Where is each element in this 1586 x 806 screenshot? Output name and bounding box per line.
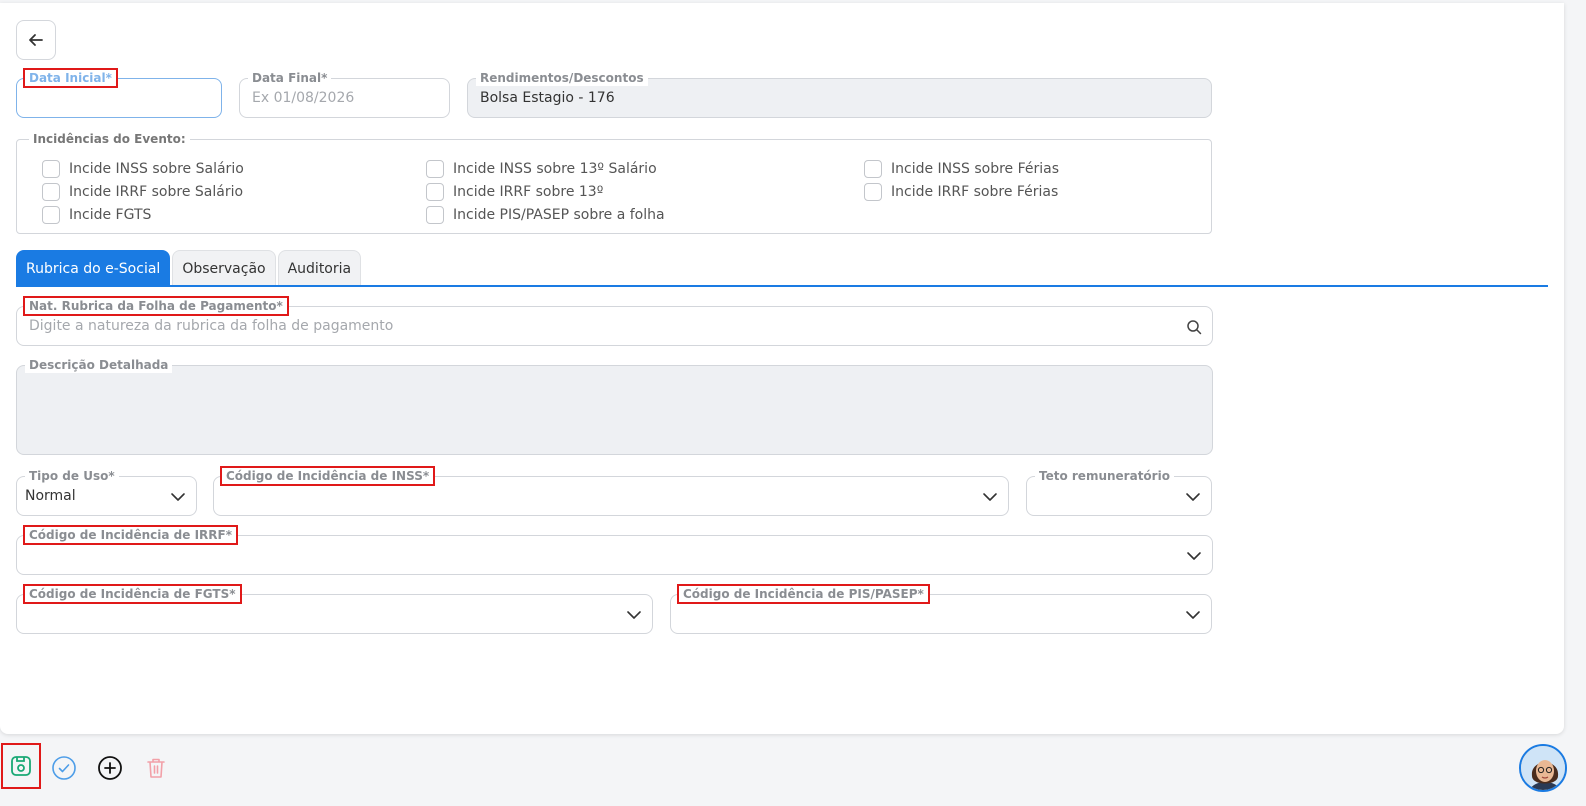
checkbox-inss-salario[interactable]: Incide INSS sobre Salário	[42, 160, 244, 178]
checkbox-inss-13-salario[interactable]: Incide INSS sobre 13º Salário	[426, 160, 657, 178]
descricao-detalhada-field: Descrição Detalhada	[16, 357, 1213, 455]
form-card: Data Inicial* Data Final* Ex 01/08/2026 …	[0, 3, 1564, 734]
chevron-down-icon	[627, 611, 641, 619]
data-final-field[interactable]: Data Final* Ex 01/08/2026	[239, 70, 450, 118]
checkbox-label: Incide IRRF sobre Férias	[891, 184, 1059, 200]
codigo-pis-label: Código de Incidência de PIS/PASEP*	[677, 584, 930, 604]
codigo-pis-pasep-select[interactable]: Código de Incidência de PIS/PASEP*	[670, 584, 1212, 634]
save-icon	[11, 756, 31, 776]
checkbox-box[interactable]	[426, 183, 444, 201]
tab-bar: Rubrica do e-Social Observação Auditoria	[16, 250, 362, 286]
tipo-uso-label: Tipo de Uso*	[25, 468, 119, 484]
codigo-fgts-select[interactable]: Código de Incidência de FGTS*	[16, 584, 653, 634]
checkbox-box[interactable]	[426, 206, 444, 224]
data-final-label: Data Final*	[248, 70, 332, 86]
checkbox-box[interactable]	[42, 160, 60, 178]
chevron-down-icon	[1186, 611, 1200, 619]
chevron-down-icon	[983, 493, 997, 501]
trash-icon	[147, 758, 165, 778]
checkbox-label: Incide FGTS	[69, 207, 152, 223]
data-inicial-label: Data Inicial*	[23, 68, 118, 88]
checkbox-pis-pasep[interactable]: Incide PIS/PASEP sobre a folha	[426, 206, 665, 224]
back-button[interactable]	[16, 20, 56, 60]
confirm-button[interactable]	[50, 754, 78, 782]
check-circle-icon	[52, 756, 76, 780]
natureza-placeholder: Digite a natureza da rubrica da folha de…	[29, 318, 394, 334]
checkbox-box[interactable]	[864, 160, 882, 178]
checkbox-box[interactable]	[42, 183, 60, 201]
tipo-uso-value: Normal	[25, 488, 76, 504]
checkbox-irrf-salario[interactable]: Incide IRRF sobre Salário	[42, 183, 243, 201]
data-final-placeholder: Ex 01/08/2026	[252, 90, 355, 106]
checkbox-box[interactable]	[864, 183, 882, 201]
codigo-irrf-select[interactable]: Código de Incidência de IRRF*	[16, 525, 1213, 575]
checkbox-irrf-13[interactable]: Incide IRRF sobre 13º	[426, 183, 603, 201]
tipo-uso-select[interactable]: Tipo de Uso* Normal	[16, 468, 197, 516]
chevron-down-icon	[1186, 493, 1200, 501]
incidencias-title: Incidências do Evento:	[29, 131, 190, 147]
chevron-down-icon	[171, 493, 185, 501]
checkbox-label: Incide IRRF sobre 13º	[453, 184, 604, 200]
checkbox-inss-ferias[interactable]: Incide INSS sobre Férias	[864, 160, 1059, 178]
checkbox-label: Incide INSS sobre Salário	[69, 161, 244, 177]
codigo-inss-select[interactable]: Código de Incidência de INSS*	[213, 466, 1009, 516]
data-inicial-field[interactable]: Data Inicial*	[16, 68, 222, 118]
checkbox-box[interactable]	[426, 160, 444, 178]
rendimentos-value: Bolsa Estagio - 176	[480, 90, 615, 106]
add-button[interactable]	[96, 754, 124, 782]
codigo-fgts-label: Código de Incidência de FGTS*	[23, 584, 242, 604]
codigo-inss-label: Código de Incidência de INSS*	[219, 466, 436, 486]
incidencias-fieldset: Incidências do Evento: Incide INSS sobre…	[16, 131, 1212, 234]
tab-auditoria[interactable]: Auditoria	[277, 250, 362, 286]
checkbox-box[interactable]	[42, 206, 60, 224]
rendimentos-field: Rendimentos/Descontos Bolsa Estagio - 17…	[467, 70, 1212, 118]
checkbox-label: Incide INSS sobre 13º Salário	[453, 161, 657, 177]
chevron-down-icon	[1187, 552, 1201, 560]
plus-circle-icon	[98, 756, 122, 780]
rendimentos-label: Rendimentos/Descontos	[476, 70, 648, 86]
teto-remuneratorio-select[interactable]: Teto remuneratório	[1026, 468, 1212, 516]
checkbox-irrf-ferias[interactable]: Incide IRRF sobre Férias	[864, 183, 1058, 201]
save-button[interactable]	[1, 743, 41, 789]
codigo-irrf-label: Código de Incidência de IRRF*	[22, 525, 239, 545]
delete-button[interactable]	[142, 754, 170, 782]
tab-underline	[16, 285, 1548, 287]
search-icon[interactable]	[1186, 319, 1202, 335]
teto-label: Teto remuneratório	[1035, 468, 1174, 484]
natureza-label: Nat. Rubrica da Folha de Pagamento*	[23, 296, 289, 316]
user-avatar[interactable]	[1519, 744, 1567, 792]
checkbox-label: Incide PIS/PASEP sobre a folha	[453, 207, 665, 223]
descricao-label: Descrição Detalhada	[25, 357, 173, 373]
checkbox-fgts[interactable]: Incide FGTS	[42, 206, 151, 224]
checkbox-label: Incide INSS sobre Férias	[891, 161, 1060, 177]
tab-observacao[interactable]: Observação	[172, 250, 276, 286]
bottom-toolbar	[0, 740, 1586, 806]
checkbox-label: Incide IRRF sobre Salário	[69, 184, 244, 200]
arrow-left-icon	[29, 34, 43, 46]
tab-rubrica-esocial[interactable]: Rubrica do e-Social	[16, 250, 171, 286]
natureza-rubrica-search[interactable]: Nat. Rubrica da Folha de Pagamento* Digi…	[16, 296, 1213, 346]
